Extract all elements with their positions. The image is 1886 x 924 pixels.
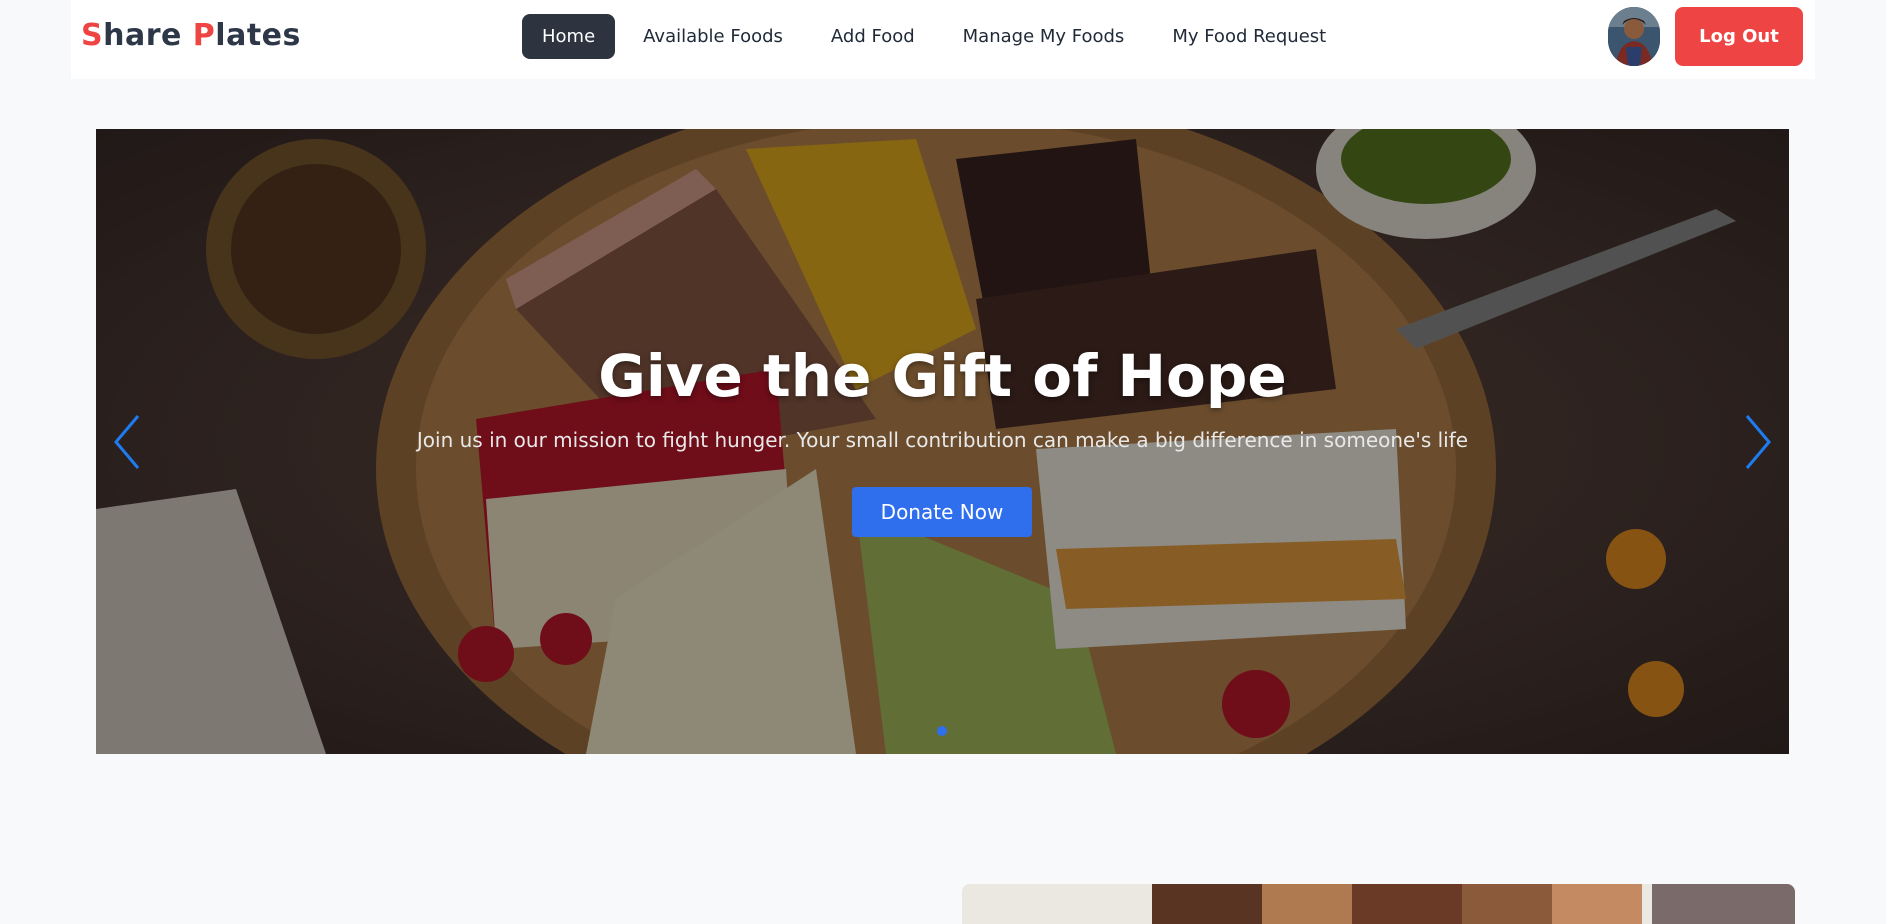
hero-subtitle: Join us in our mission to fight hunger. … [416,428,1469,452]
site-logo[interactable]: Share Plates [81,18,301,53]
carousel-dot-active[interactable] [937,726,947,736]
user-avatar[interactable] [1608,7,1660,66]
hands-image [962,884,1795,924]
chevron-left-icon[interactable] [108,412,148,472]
hero-title: Give the Gift of Hope [598,342,1287,410]
hero-carousel: Give the Gift of Hope Join us in our mis… [96,129,1789,754]
chevron-right-icon[interactable] [1737,412,1777,472]
nav-item-add-food[interactable]: Add Food [811,14,935,59]
logo-letter-s: S [81,18,104,53]
nav-links: Home Available Foods Add Food Manage My … [522,14,1346,59]
navbar: Share Plates Home Available Foods Add Fo… [71,0,1815,79]
logo-text-hare: hare [103,18,193,53]
nav-item-manage-my-foods[interactable]: Manage My Foods [943,14,1145,59]
avatar-image [1608,7,1660,66]
donate-now-button[interactable]: Donate Now [852,487,1032,537]
nav-item-home[interactable]: Home [522,14,616,59]
logout-button[interactable]: Log Out [1675,7,1803,66]
nav-item-my-food-request[interactable]: My Food Request [1152,14,1346,59]
logo-letter-p: P [192,18,216,53]
section-image-card [962,884,1795,924]
logo-text-lates: lates [215,18,301,53]
nav-item-available-foods[interactable]: Available Foods [623,14,803,59]
